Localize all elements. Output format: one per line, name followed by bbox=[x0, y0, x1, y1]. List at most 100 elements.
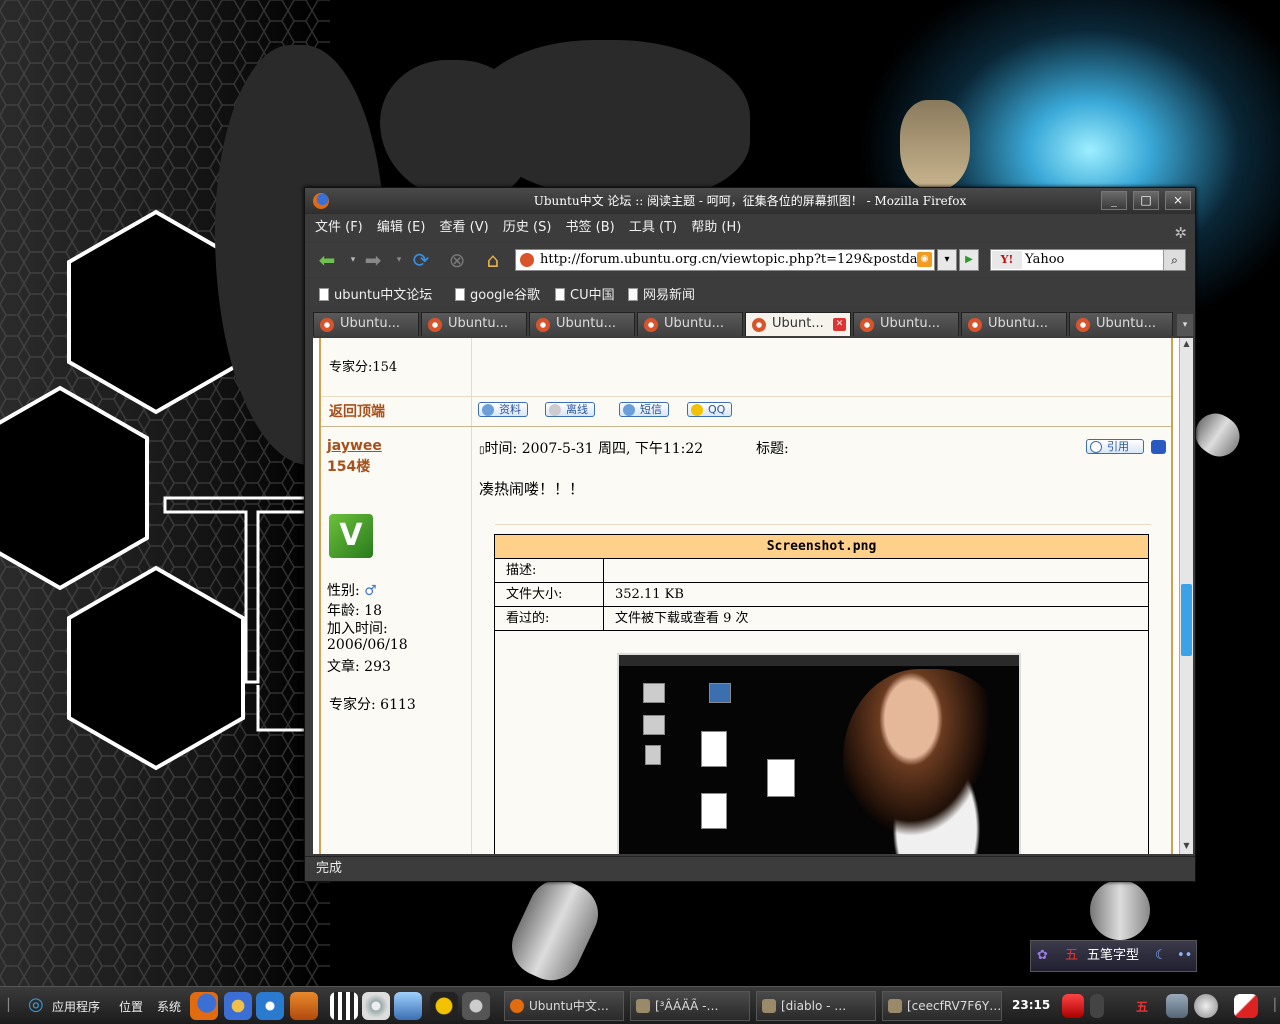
page-icon bbox=[319, 288, 329, 301]
firefox-launcher-icon[interactable] bbox=[190, 992, 218, 1020]
network-launcher-icon[interactable] bbox=[462, 992, 490, 1020]
go-icon[interactable]: ▶ bbox=[959, 249, 979, 271]
minimize-button[interactable]: _ bbox=[1101, 191, 1127, 210]
wizard-launcher-icon[interactable] bbox=[394, 992, 422, 1020]
pm-button[interactable]: 短信 bbox=[619, 402, 669, 417]
forward-icon[interactable]: ➡ bbox=[361, 248, 385, 272]
firefox-window[interactable]: Ubuntu中文 论坛 :: 阅读主题 - 呵呵，征集各位的屏幕抓图！ - Mo… bbox=[304, 187, 1196, 882]
stop-icon[interactable]: ⊗ bbox=[445, 248, 469, 272]
profile-button[interactable]: 资料 bbox=[478, 402, 528, 417]
forward-dropdown-icon[interactable]: ▾ bbox=[387, 248, 411, 272]
ruby-gem-icon[interactable] bbox=[1062, 994, 1084, 1018]
page-content[interactable]: 专家分:154 返回顶端 资料 离线 短信 QQ jaywee 154楼 V 性… bbox=[313, 338, 1179, 854]
task-diablo[interactable]: [diablo - … bbox=[756, 991, 876, 1021]
attachment-screenshot-image[interactable] bbox=[617, 653, 1021, 854]
edit-icon[interactable] bbox=[1151, 440, 1166, 454]
qq-button[interactable]: QQ bbox=[687, 402, 733, 417]
window-titlebar[interactable]: Ubuntu中文 论坛 :: 阅读主题 - 呵呵，征集各位的屏幕抓图！ - Mo… bbox=[305, 188, 1195, 214]
tab[interactable]: Ubuntu... bbox=[637, 312, 743, 336]
users-icon bbox=[623, 404, 635, 416]
offline-button[interactable]: 离线 bbox=[545, 402, 595, 417]
menu-tools[interactable]: 工具 (T) bbox=[629, 215, 677, 241]
quote-button[interactable]: 引用 bbox=[1086, 439, 1144, 454]
ubuntu-icon bbox=[968, 318, 982, 332]
bookmark-label: CU中国 bbox=[570, 288, 615, 303]
attachment-size-row: 文件大小: 352.11 KB bbox=[495, 583, 1148, 607]
menu-history[interactable]: 历史 (S) bbox=[503, 215, 552, 241]
ubuntu-icon bbox=[1076, 318, 1090, 332]
ubuntu-logo-icon: ◎ bbox=[28, 994, 44, 1015]
vertical-scrollbar[interactable]: ▲ ▼ bbox=[1179, 338, 1193, 854]
back-to-top-link[interactable]: 返回顶端 bbox=[329, 401, 385, 421]
thunderbird-launcher-icon[interactable] bbox=[224, 992, 252, 1020]
search-field[interactable]: Y! Yahoo ⌕ bbox=[990, 249, 1186, 271]
scrollbar-thumb[interactable] bbox=[1181, 584, 1192, 656]
home-launcher-icon[interactable] bbox=[290, 992, 318, 1020]
tab[interactable]: Ubuntu... bbox=[1069, 312, 1173, 336]
system-menu[interactable]: 系统 bbox=[157, 998, 181, 1015]
bookmark-item[interactable]: ubuntu中文论坛 bbox=[319, 284, 432, 303]
tab[interactable]: Ubuntu... bbox=[313, 312, 419, 336]
attachment-filename: Screenshot.png bbox=[495, 535, 1148, 559]
menu-file[interactable]: 文件 (F) bbox=[315, 215, 363, 241]
search-engine-icon[interactable]: Y! bbox=[992, 251, 1022, 269]
task-terminal[interactable]: [³ÂÁÄÃ -… bbox=[630, 991, 750, 1021]
places-menu[interactable]: 位置 bbox=[119, 998, 143, 1015]
messenger-launcher-icon[interactable] bbox=[430, 992, 458, 1020]
menu-view[interactable]: 查看 (V) bbox=[440, 215, 489, 241]
movie-player-launcher-icon[interactable] bbox=[330, 992, 358, 1020]
ubuntu-icon bbox=[644, 318, 658, 332]
maximize-button[interactable]: □ bbox=[1133, 191, 1159, 210]
menu-bookmarks[interactable]: 书签 (B) bbox=[566, 215, 615, 241]
tab[interactable]: Ubuntu... bbox=[853, 312, 959, 336]
tab[interactable]: Ubuntu... bbox=[961, 312, 1067, 336]
character-leg bbox=[502, 869, 608, 991]
tab-active[interactable]: Ubunt... ✕ bbox=[745, 312, 851, 336]
close-tab-icon[interactable]: ✕ bbox=[833, 318, 846, 331]
tab-label: Ubuntu... bbox=[556, 316, 616, 331]
window-title: Ubuntu中文 论坛 :: 阅读主题 - 呵呵，征集各位的屏幕抓图！ - Mo… bbox=[533, 194, 967, 208]
clock[interactable]: 23:15 bbox=[1012, 998, 1050, 1012]
network-tray-icon[interactable] bbox=[1166, 994, 1188, 1018]
input-method-bar[interactable]: ✿ 五 五笔字型 ☾ •• bbox=[1030, 940, 1197, 972]
author-name-link[interactable]: jaywee bbox=[327, 438, 382, 454]
ime-mode-icon[interactable]: 五 bbox=[1065, 941, 1078, 971]
panel-handle[interactable]: ▕ bbox=[1266, 998, 1275, 1012]
site-favicon-icon bbox=[520, 253, 534, 267]
music-note-icon[interactable] bbox=[1090, 994, 1104, 1018]
bookmark-item[interactable]: CU中国 bbox=[555, 284, 615, 303]
home-icon[interactable]: ⌂ bbox=[481, 248, 505, 272]
posts-row: 文章: 293 bbox=[327, 659, 391, 675]
tab[interactable]: Ubuntu... bbox=[421, 312, 527, 336]
document-icon bbox=[767, 759, 795, 797]
ime-tray-icon[interactable]: 五 bbox=[1136, 998, 1148, 1015]
task-download[interactable]: [ceecfRV7F6Y… bbox=[882, 991, 1002, 1021]
list-all-tabs-icon[interactable]: ▾ bbox=[1177, 314, 1193, 336]
scroll-up-icon[interactable]: ▲ bbox=[1180, 338, 1193, 350]
url-field[interactable]: http://forum.ubuntu.org.cn/viewtopic.php… bbox=[515, 249, 935, 271]
moon-icon[interactable]: ☾ bbox=[1155, 941, 1167, 971]
url-dropdown-icon[interactable]: ▾ bbox=[937, 249, 957, 271]
bookmark-item[interactable]: google谷歌 bbox=[455, 284, 540, 303]
back-icon[interactable]: ⬅ bbox=[315, 248, 339, 272]
reload-icon[interactable]: ⟳ bbox=[409, 248, 433, 272]
rss-icon[interactable]: ◉ bbox=[917, 252, 932, 267]
applications-menu[interactable]: 应用程序 bbox=[52, 998, 100, 1015]
search-icon[interactable]: ⌕ bbox=[1163, 250, 1185, 270]
bookmark-item[interactable]: 网易新闻 bbox=[628, 284, 695, 303]
cd-launcher-icon[interactable] bbox=[362, 992, 390, 1020]
volume-tray-icon[interactable] bbox=[1194, 994, 1218, 1018]
bookmarks-toolbar: ubuntu中文论坛 google谷歌 CU中国 网易新闻 bbox=[305, 279, 1195, 307]
scroll-down-icon[interactable]: ▼ bbox=[1180, 840, 1193, 852]
punctuation-icon[interactable]: •• bbox=[1177, 941, 1192, 971]
close-button[interactable]: × bbox=[1165, 191, 1191, 210]
menu-help[interactable]: 帮助 (H) bbox=[691, 215, 741, 241]
menu-edit[interactable]: 编辑 (E) bbox=[377, 215, 426, 241]
ime-logo-icon: ✿ bbox=[1037, 948, 1048, 963]
post-subject-label: 标题: bbox=[756, 441, 789, 457]
settings-launcher-icon[interactable] bbox=[256, 992, 284, 1020]
panel-handle[interactable]: ▏ bbox=[8, 998, 17, 1012]
task-firefox[interactable]: Ubuntu中文… bbox=[504, 991, 624, 1021]
logout-icon[interactable] bbox=[1234, 994, 1258, 1018]
tab[interactable]: Ubuntu... bbox=[529, 312, 635, 336]
